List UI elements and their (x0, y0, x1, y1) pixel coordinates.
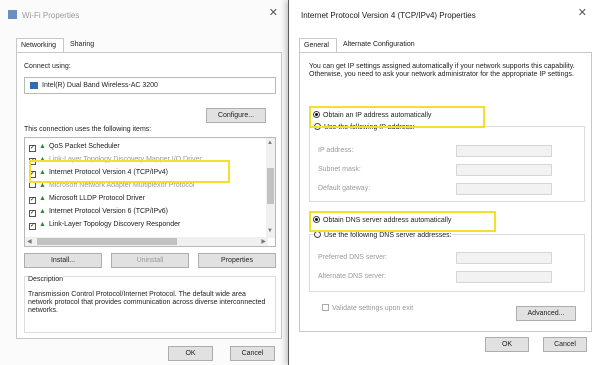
scrollbar-thumb[interactable] (37, 238, 177, 245)
networking-panel: Connect using: Intel(R) Dual Band Wirele… (16, 52, 282, 339)
validate-option[interactable]: Validate settings upon exit (322, 304, 413, 312)
items-label: This connection uses the following items… (24, 126, 152, 133)
protocol-icon: ▲ (39, 195, 46, 202)
properties-button[interactable]: Properties (198, 253, 276, 268)
wifi-properties-window: Wi-Fi Properties ✕ Networking Sharing Co… (0, 0, 290, 365)
tab-general[interactable]: General (299, 38, 337, 52)
scroll-right-icon[interactable]: ▶ (261, 238, 266, 245)
list-item[interactable]: ✓ ▲ Internet Protocol Version 6 (TCP/IPv6) (29, 206, 168, 218)
dns-group: Use the following DNS server addresses: … (309, 231, 585, 292)
adapter-name: Intel(R) Dual Band Wireless-AC 3200 (42, 82, 158, 89)
connect-using-label: Connect using: (24, 63, 71, 70)
advanced-button[interactable]: Advanced... (516, 306, 576, 321)
description-text: Transmission Control Protocol/Internet P… (28, 291, 266, 314)
description-label: Description (28, 276, 64, 283)
service-icon: ▲ (39, 143, 46, 150)
wifi-window-icon (8, 10, 17, 19)
tab-networking[interactable]: Networking (16, 38, 64, 52)
subnet-mask-field[interactable] (456, 164, 552, 176)
install-button[interactable]: Install... (24, 253, 102, 268)
radio-button[interactable] (314, 231, 321, 238)
cancel-button[interactable]: Cancel (543, 337, 587, 352)
alternate-dns-label: Alternate DNS server: (318, 273, 387, 280)
intro-text: You can get IP settings assigned automat… (309, 63, 575, 78)
ip-address-field[interactable] (456, 145, 552, 157)
dns-auto-highlight (309, 211, 496, 232)
preferred-dns-label: Preferred DNS server: (318, 254, 388, 261)
configure-button[interactable]: Configure... (206, 108, 266, 123)
scroll-left-icon[interactable]: ◀ (27, 238, 32, 245)
checkbox[interactable]: ✓ (29, 197, 36, 204)
items-list: ✓ ▲ QoS Packet Scheduler ✓ ▲ Link-Layer Topo… (24, 137, 276, 247)
protocol-icon: ▲ (39, 208, 46, 215)
wifi-titlebar: Wi-Fi Properties ✕ (0, 0, 290, 28)
alternate-dns-field[interactable] (456, 271, 552, 283)
scroll-down-icon[interactable]: ▼ (267, 228, 273, 234)
close-icon[interactable]: ✕ (578, 8, 587, 19)
vertical-scrollbar[interactable]: ▲ ▼ (266, 138, 275, 238)
uninstall-button[interactable]: Uninstall (111, 253, 189, 268)
checkbox[interactable]: ✓ (29, 210, 36, 217)
ok-button[interactable]: OK (485, 337, 529, 352)
subnet-mask-label: Subnet mask: (318, 166, 361, 173)
ip-address-label: IP address: (318, 147, 354, 154)
network-adapter-icon (30, 82, 38, 89)
tab-alternate-configuration[interactable]: Alternate Configuration (339, 38, 433, 52)
list-item[interactable]: ✓ ▲ Link-Layer Topology Discovery Responde… (29, 219, 180, 231)
general-panel: You can get IP settings assigned automat… (299, 52, 592, 332)
ip-auto-highlight (309, 106, 485, 128)
ip-address-group: Use the following IP address: IP address… (309, 123, 585, 202)
tab-sharing[interactable]: Sharing (66, 38, 102, 52)
list-item[interactable]: ✓ ▲ QoS Packet Scheduler (29, 141, 120, 153)
ipv4-properties-window: Internet Protocol Version 4 (TCP/IPv4) P… (288, 0, 599, 365)
ipv4-window-title: Internet Protocol Version 4 (TCP/IPv4) P… (301, 11, 476, 20)
horizontal-scrollbar[interactable]: ◀ ▶ (25, 237, 268, 246)
cancel-button[interactable]: Cancel (230, 346, 275, 361)
preferred-dns-field[interactable] (456, 252, 552, 264)
close-icon[interactable]: ✕ (269, 8, 278, 19)
wifi-window-title: Wi-Fi Properties (22, 11, 80, 20)
checkbox[interactable]: ✓ (29, 223, 36, 230)
dns-manual-option[interactable]: Use the following DNS server addresses: (314, 231, 452, 239)
scrollbar-thumb[interactable] (267, 168, 274, 204)
ok-button[interactable]: OK (168, 346, 213, 361)
description-group: Description Transmission Control Protoco… (24, 276, 276, 333)
adapter-box: Intel(R) Dual Band Wireless-AC 3200 (24, 77, 276, 94)
ipv4-highlight (29, 160, 230, 183)
list-item[interactable]: ✓ ▲ Microsoft LLDP Protocol Driver (29, 193, 145, 205)
default-gateway-field[interactable] (456, 183, 552, 195)
default-gateway-label: Default gateway: (318, 185, 371, 192)
protocol-icon: ▲ (39, 221, 46, 228)
scroll-up-icon[interactable]: ▲ (267, 140, 273, 146)
checkbox[interactable] (322, 304, 329, 311)
checkbox[interactable]: ✓ (29, 145, 36, 152)
ipv4-titlebar: Internet Protocol Version 4 (TCP/IPv4) P… (289, 0, 599, 28)
